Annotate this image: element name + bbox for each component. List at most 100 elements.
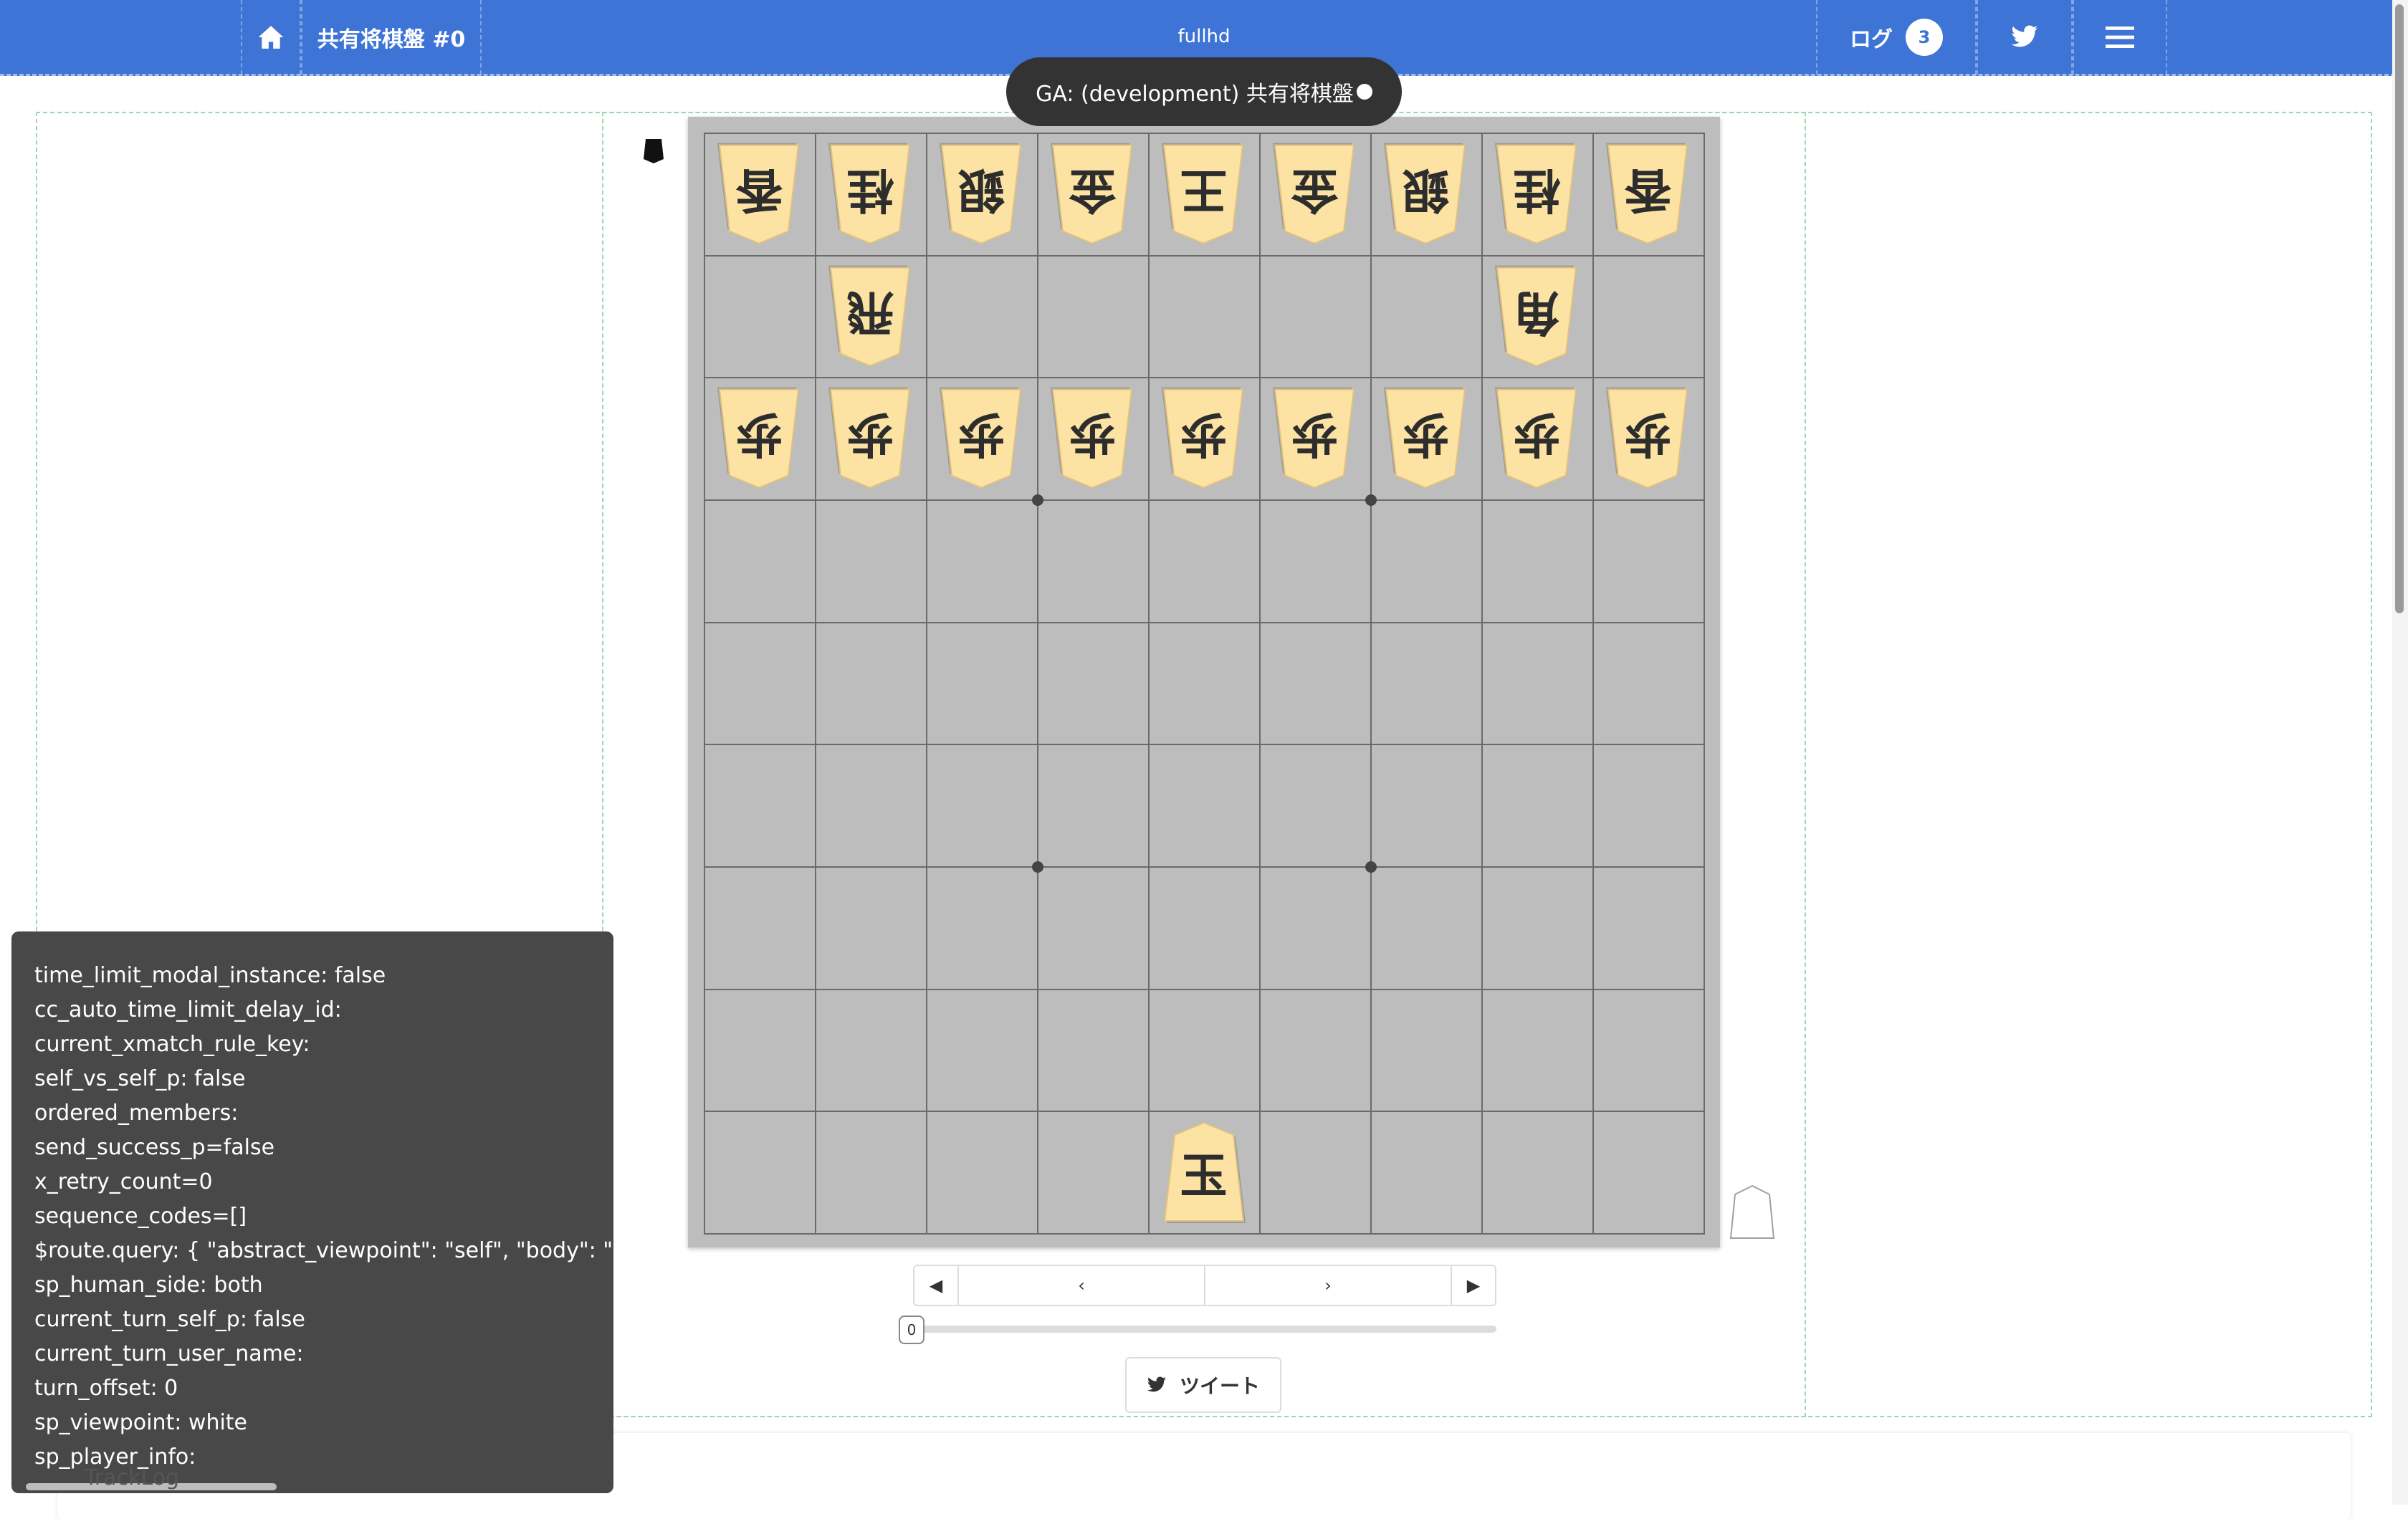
board-square[interactable] xyxy=(1037,988,1150,1113)
board-square[interactable] xyxy=(926,1111,1038,1235)
sente-piece[interactable]: 玉 xyxy=(1148,1111,1259,1233)
board-square[interactable] xyxy=(1259,744,1372,868)
board-square[interactable] xyxy=(926,866,1038,990)
gote-piece[interactable]: 銀 xyxy=(926,133,1037,255)
board-square[interactable] xyxy=(1259,988,1372,1113)
gote-piece[interactable]: 歩 xyxy=(704,377,815,499)
board-square[interactable] xyxy=(1592,254,1705,379)
board-square[interactable] xyxy=(815,499,927,623)
board-square[interactable] xyxy=(1148,988,1261,1113)
gote-piece[interactable]: 香 xyxy=(1592,133,1704,255)
menu-button[interactable] xyxy=(2073,0,2167,75)
piece-kanji: 歩 xyxy=(735,406,783,462)
board-square[interactable] xyxy=(704,866,816,990)
board-square[interactable] xyxy=(1370,499,1483,623)
sente-hand-marker[interactable] xyxy=(1729,1184,1776,1244)
home-button[interactable] xyxy=(241,0,301,75)
board-square[interactable] xyxy=(1037,1111,1150,1235)
board-square[interactable] xyxy=(926,744,1038,868)
board-square[interactable] xyxy=(1481,744,1594,868)
page-title[interactable]: 共有将棋盤 #0 xyxy=(301,0,482,75)
board-square[interactable] xyxy=(704,744,816,868)
board-square[interactable] xyxy=(1259,499,1372,623)
board-square[interactable] xyxy=(704,988,816,1113)
gote-hand-marker[interactable] xyxy=(641,138,666,168)
board-square[interactable] xyxy=(1592,499,1705,623)
board-square[interactable] xyxy=(1259,254,1372,379)
turn-slider-handle[interactable]: 0 xyxy=(899,1316,924,1344)
board-square[interactable] xyxy=(926,499,1038,623)
board-square[interactable] xyxy=(1592,988,1705,1113)
gote-piece[interactable]: 角 xyxy=(1481,255,1592,378)
board-square[interactable] xyxy=(1370,866,1483,990)
board-square[interactable] xyxy=(1481,1111,1594,1235)
gote-piece[interactable]: 歩 xyxy=(1037,377,1148,499)
board-square[interactable] xyxy=(926,621,1038,746)
board-square[interactable] xyxy=(815,1111,927,1235)
gote-piece[interactable]: 歩 xyxy=(1481,377,1592,499)
board-square[interactable] xyxy=(815,988,927,1113)
board-square[interactable] xyxy=(1592,744,1705,868)
board-square[interactable] xyxy=(1037,621,1150,746)
board-square[interactable] xyxy=(704,254,816,379)
gote-piece[interactable]: 金 xyxy=(1259,133,1370,255)
next-move-button[interactable]: › xyxy=(1205,1266,1452,1305)
board-square[interactable] xyxy=(1259,866,1372,990)
gote-piece[interactable]: 歩 xyxy=(1592,377,1704,499)
gote-piece[interactable]: 銀 xyxy=(1370,133,1481,255)
gote-piece[interactable]: 桂 xyxy=(815,133,926,255)
board-square[interactable] xyxy=(1148,866,1261,990)
board-square[interactable] xyxy=(1370,744,1483,868)
board-square[interactable] xyxy=(1370,988,1483,1113)
page-scrollbar-thumb[interactable] xyxy=(2395,4,2404,613)
gote-piece[interactable]: 歩 xyxy=(1370,377,1481,499)
star-point xyxy=(1365,861,1377,873)
board-square[interactable] xyxy=(1370,254,1483,379)
gote-turn-icon xyxy=(644,139,664,163)
board-square[interactable] xyxy=(1259,621,1372,746)
board-square[interactable] xyxy=(1370,621,1483,746)
board-square[interactable] xyxy=(1259,1111,1372,1235)
board-square[interactable] xyxy=(1481,499,1594,623)
turn-slider-track[interactable] xyxy=(904,1326,1496,1333)
board-square[interactable] xyxy=(1481,621,1594,746)
board-square[interactable] xyxy=(1037,499,1150,623)
gote-piece[interactable]: 歩 xyxy=(1148,377,1259,499)
board-square[interactable] xyxy=(815,744,927,868)
log-button[interactable]: ログ 3 xyxy=(1816,0,1977,75)
debug-panel[interactable]: time_limit_modal_instance: false cc_auto_… xyxy=(11,931,613,1493)
prev-move-button[interactable]: ‹ xyxy=(959,1266,1205,1305)
board-square[interactable] xyxy=(815,621,927,746)
board-square[interactable] xyxy=(1370,1111,1483,1235)
board-square[interactable] xyxy=(1592,1111,1705,1235)
tweet-button[interactable]: ツイート xyxy=(1125,1357,1281,1413)
board-square[interactable] xyxy=(1592,866,1705,990)
gote-piece[interactable]: 歩 xyxy=(815,377,926,499)
gote-piece[interactable]: 金 xyxy=(1037,133,1148,255)
board-square[interactable] xyxy=(1148,254,1261,379)
board-square[interactable] xyxy=(1037,744,1150,868)
first-move-button[interactable]: ◀ xyxy=(914,1266,959,1305)
gote-piece[interactable]: 王 xyxy=(1148,133,1259,255)
board-square[interactable] xyxy=(1148,744,1261,868)
board-square[interactable] xyxy=(1148,499,1261,623)
last-move-button[interactable]: ▶ xyxy=(1452,1266,1495,1305)
board-square[interactable] xyxy=(926,254,1038,379)
board-square[interactable] xyxy=(1481,988,1594,1113)
board-square[interactable] xyxy=(926,988,1038,1113)
gote-piece[interactable]: 香 xyxy=(704,133,815,255)
gote-piece[interactable]: 飛 xyxy=(815,255,926,378)
board-square[interactable] xyxy=(704,621,816,746)
board-square[interactable] xyxy=(1592,621,1705,746)
board-square[interactable] xyxy=(1037,866,1150,990)
board-square[interactable] xyxy=(704,499,816,623)
gote-piece[interactable]: 歩 xyxy=(1259,377,1370,499)
gote-piece[interactable]: 歩 xyxy=(926,377,1037,499)
board-square[interactable] xyxy=(704,1111,816,1235)
board-square[interactable] xyxy=(1148,621,1261,746)
board-square[interactable] xyxy=(815,866,927,990)
board-square[interactable] xyxy=(1037,254,1150,379)
twitter-button[interactable] xyxy=(1977,0,2073,75)
gote-piece[interactable]: 桂 xyxy=(1481,133,1592,255)
board-square[interactable] xyxy=(1481,866,1594,990)
